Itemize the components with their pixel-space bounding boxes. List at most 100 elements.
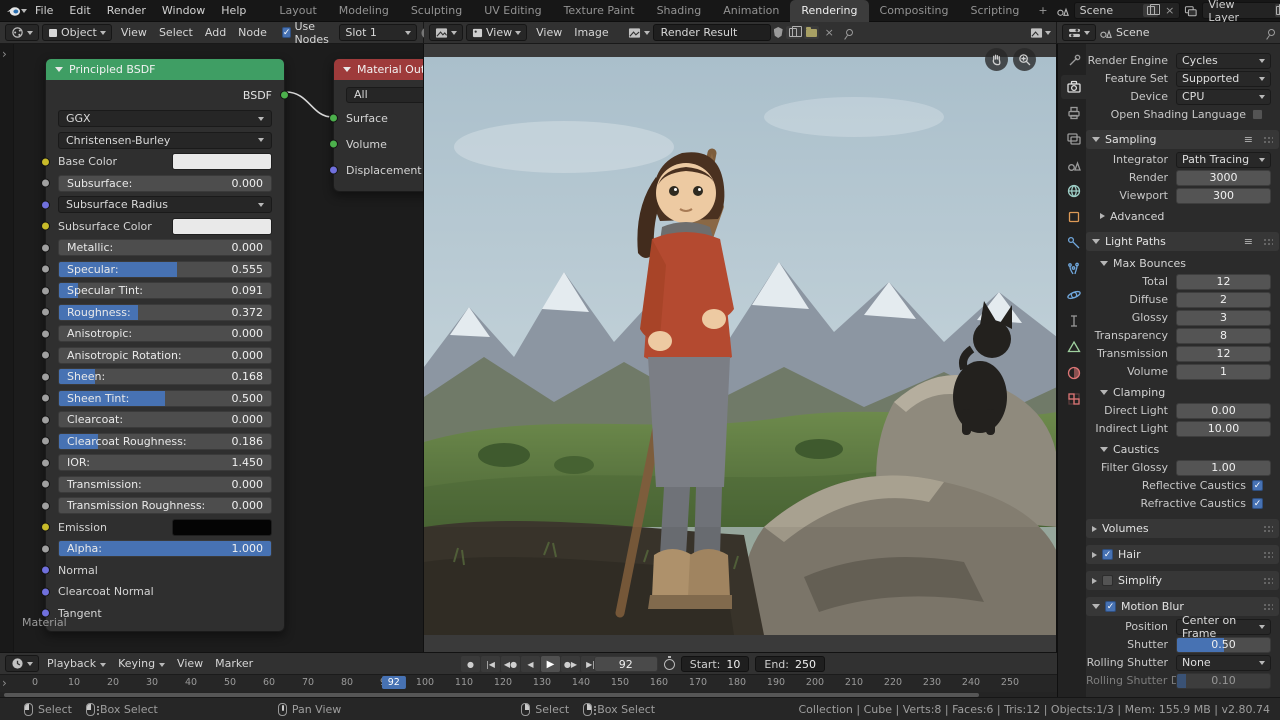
- add-workspace-button[interactable]: +: [1030, 0, 1055, 22]
- shader-menu-add[interactable]: Add: [199, 22, 232, 44]
- slot-dropdown[interactable]: Slot 1: [339, 24, 417, 41]
- prop-viewport[interactable]: Viewport300: [1086, 187, 1280, 204]
- principled-bsdf-node[interactable]: Principled BSDF BSDF GGXChristensen-Burl…: [45, 58, 285, 632]
- section-light-paths[interactable]: Light Paths≡: [1086, 232, 1279, 251]
- section-volumes[interactable]: Volumes: [1086, 519, 1279, 538]
- blender-logo-icon[interactable]: [6, 5, 21, 17]
- workspace-tab-layout[interactable]: Layout: [268, 0, 327, 22]
- image-editor-canvas[interactable]: [424, 44, 1057, 652]
- props-tab-constraints[interactable]: [1061, 309, 1086, 333]
- preset-icon[interactable]: ≡: [1244, 235, 1254, 248]
- workspace-tab-texture-paint[interactable]: Texture Paint: [553, 0, 646, 22]
- properties-editor-type-button[interactable]: [1062, 24, 1096, 41]
- image-name-field[interactable]: Render Result: [653, 24, 771, 41]
- open-image-button[interactable]: [804, 26, 819, 39]
- dropdown[interactable]: Supported: [1176, 71, 1271, 87]
- next-keyframe-button[interactable]: ●▶: [561, 656, 580, 672]
- bsdf-row-emission[interactable]: Emission: [58, 517, 272, 539]
- value-field[interactable]: 3: [1176, 310, 1271, 326]
- input-socket[interactable]: [329, 166, 338, 175]
- bsdf-output-socket[interactable]: [280, 91, 289, 100]
- unlink-scene-button[interactable]: ×: [1162, 5, 1177, 16]
- prop-transmission[interactable]: Transmission12: [1086, 345, 1280, 362]
- bsdf-row-metallic[interactable]: Metallic:0.000: [58, 237, 272, 259]
- props-tab-data[interactable]: [1061, 335, 1086, 359]
- subsection-clamping[interactable]: Clamping: [1086, 383, 1280, 401]
- props-tab-scene[interactable]: [1061, 153, 1086, 177]
- value-slider[interactable]: Anisotropic:0.000: [58, 325, 272, 342]
- output-node-header[interactable]: Material Output: [334, 59, 424, 80]
- prev-keyframe-button[interactable]: ◀●: [501, 656, 520, 672]
- bsdf-row-clearcoat[interactable]: Clearcoat:0.000: [58, 409, 272, 431]
- value-slider[interactable]: Alpha:1.000: [58, 540, 272, 557]
- value-field[interactable]: 1.00: [1176, 460, 1271, 476]
- bsdf-row-roughness[interactable]: Roughness:0.372: [58, 302, 272, 324]
- menu-render[interactable]: Render: [99, 4, 154, 17]
- value-field[interactable]: 0.00: [1176, 403, 1271, 419]
- input-socket[interactable]: [41, 566, 50, 575]
- image-mode-dropdown[interactable]: View: [466, 24, 527, 41]
- jump-start-button[interactable]: |◀: [481, 656, 500, 672]
- bsdf-row-christensen-burley[interactable]: Christensen-Burley: [58, 130, 272, 152]
- preset-icon[interactable]: ≡: [1244, 133, 1254, 146]
- input-socket[interactable]: [41, 308, 50, 317]
- value-slider[interactable]: Transmission Roughness:0.000: [58, 497, 272, 514]
- value-slider[interactable]: Clearcoat:0.000: [58, 411, 272, 428]
- bsdf-row-sheen[interactable]: Sheen:0.168: [58, 366, 272, 388]
- menu-edit[interactable]: Edit: [61, 4, 98, 17]
- input-socket[interactable]: [41, 179, 50, 188]
- input-socket[interactable]: [329, 114, 338, 123]
- input-socket[interactable]: [41, 458, 50, 467]
- bsdf-row-tangent[interactable]: Tangent: [58, 603, 272, 625]
- bsdf-row-base-color[interactable]: Base Color: [58, 151, 272, 173]
- workspace-tab-sculpting[interactable]: Sculpting: [400, 0, 473, 22]
- play-reverse-button[interactable]: ◀: [521, 656, 540, 672]
- unlink-image-button[interactable]: ×: [822, 27, 837, 38]
- color-swatch[interactable]: [172, 218, 272, 235]
- input-socket[interactable]: [41, 544, 50, 553]
- value-field[interactable]: 300: [1176, 188, 1271, 204]
- input-socket[interactable]: [41, 394, 50, 403]
- props-tab-view-layer[interactable]: [1061, 127, 1086, 151]
- prop-refractive-caustics[interactable]: Refractive Caustics✓: [1086, 495, 1263, 512]
- timeline-editor-type-button[interactable]: [5, 655, 39, 672]
- prop-integrator[interactable]: IntegratorPath Tracing: [1086, 151, 1280, 168]
- input-socket[interactable]: [41, 265, 50, 274]
- collapse-icon[interactable]: [55, 67, 63, 72]
- prop-position[interactable]: PositionCenter on Frame: [1086, 618, 1280, 635]
- shader-menu-view[interactable]: View: [115, 22, 153, 44]
- prop-shutter[interactable]: Shutter0.50: [1086, 636, 1280, 653]
- motion-blur-checkbox[interactable]: ✓: [1105, 601, 1116, 612]
- play-button[interactable]: ▶: [541, 656, 560, 672]
- value-field[interactable]: 1: [1176, 364, 1271, 380]
- input-socket[interactable]: [329, 140, 338, 149]
- props-tab-world[interactable]: [1061, 179, 1086, 203]
- bsdf-row-subsurface-radius[interactable]: Subsurface Radius: [58, 194, 272, 216]
- workspace-tab-shading[interactable]: Shading: [646, 0, 713, 22]
- value-slider[interactable]: 0.10: [1176, 673, 1271, 689]
- zoom-gizmo[interactable]: [1013, 48, 1036, 71]
- bsdf-row-subsurface[interactable]: Subsurface:0.000: [58, 173, 272, 195]
- section-hair[interactable]: ✓Hair: [1086, 545, 1279, 564]
- bsdf-row-transmission-roughness[interactable]: Transmission Roughness:0.000: [58, 495, 272, 517]
- value-slider[interactable]: Roughness:0.372: [58, 304, 272, 321]
- dropdown[interactable]: CPU: [1176, 89, 1271, 105]
- color-swatch[interactable]: [172, 153, 272, 170]
- input-socket[interactable]: [41, 286, 50, 295]
- value-field[interactable]: 10.00: [1176, 421, 1271, 437]
- menu-file[interactable]: File: [27, 4, 61, 17]
- color-swatch[interactable]: [172, 519, 272, 536]
- workspace-tab-animation[interactable]: Animation: [712, 0, 790, 22]
- value-slider[interactable]: IOR:1.450: [58, 454, 272, 471]
- prop-render[interactable]: Render3000: [1086, 169, 1280, 186]
- material-output-node[interactable]: Material Output All SurfaceVolumeDisplac…: [333, 58, 424, 192]
- record-button[interactable]: ●: [461, 656, 480, 672]
- bsdf-row-anisotropic-rotation[interactable]: Anisotropic Rotation:0.000: [58, 345, 272, 367]
- image-editor-type-button[interactable]: [429, 24, 463, 41]
- bsdf-row-specular-tint[interactable]: Specular Tint:0.091: [58, 280, 272, 302]
- playhead-frame-badge[interactable]: 92: [382, 676, 406, 689]
- input-socket[interactable]: [41, 329, 50, 338]
- bsdf-node-header[interactable]: Principled BSDF: [46, 59, 284, 80]
- bsdf-row-clearcoat-normal[interactable]: Clearcoat Normal: [58, 581, 272, 603]
- props-tab-object[interactable]: [1061, 205, 1086, 229]
